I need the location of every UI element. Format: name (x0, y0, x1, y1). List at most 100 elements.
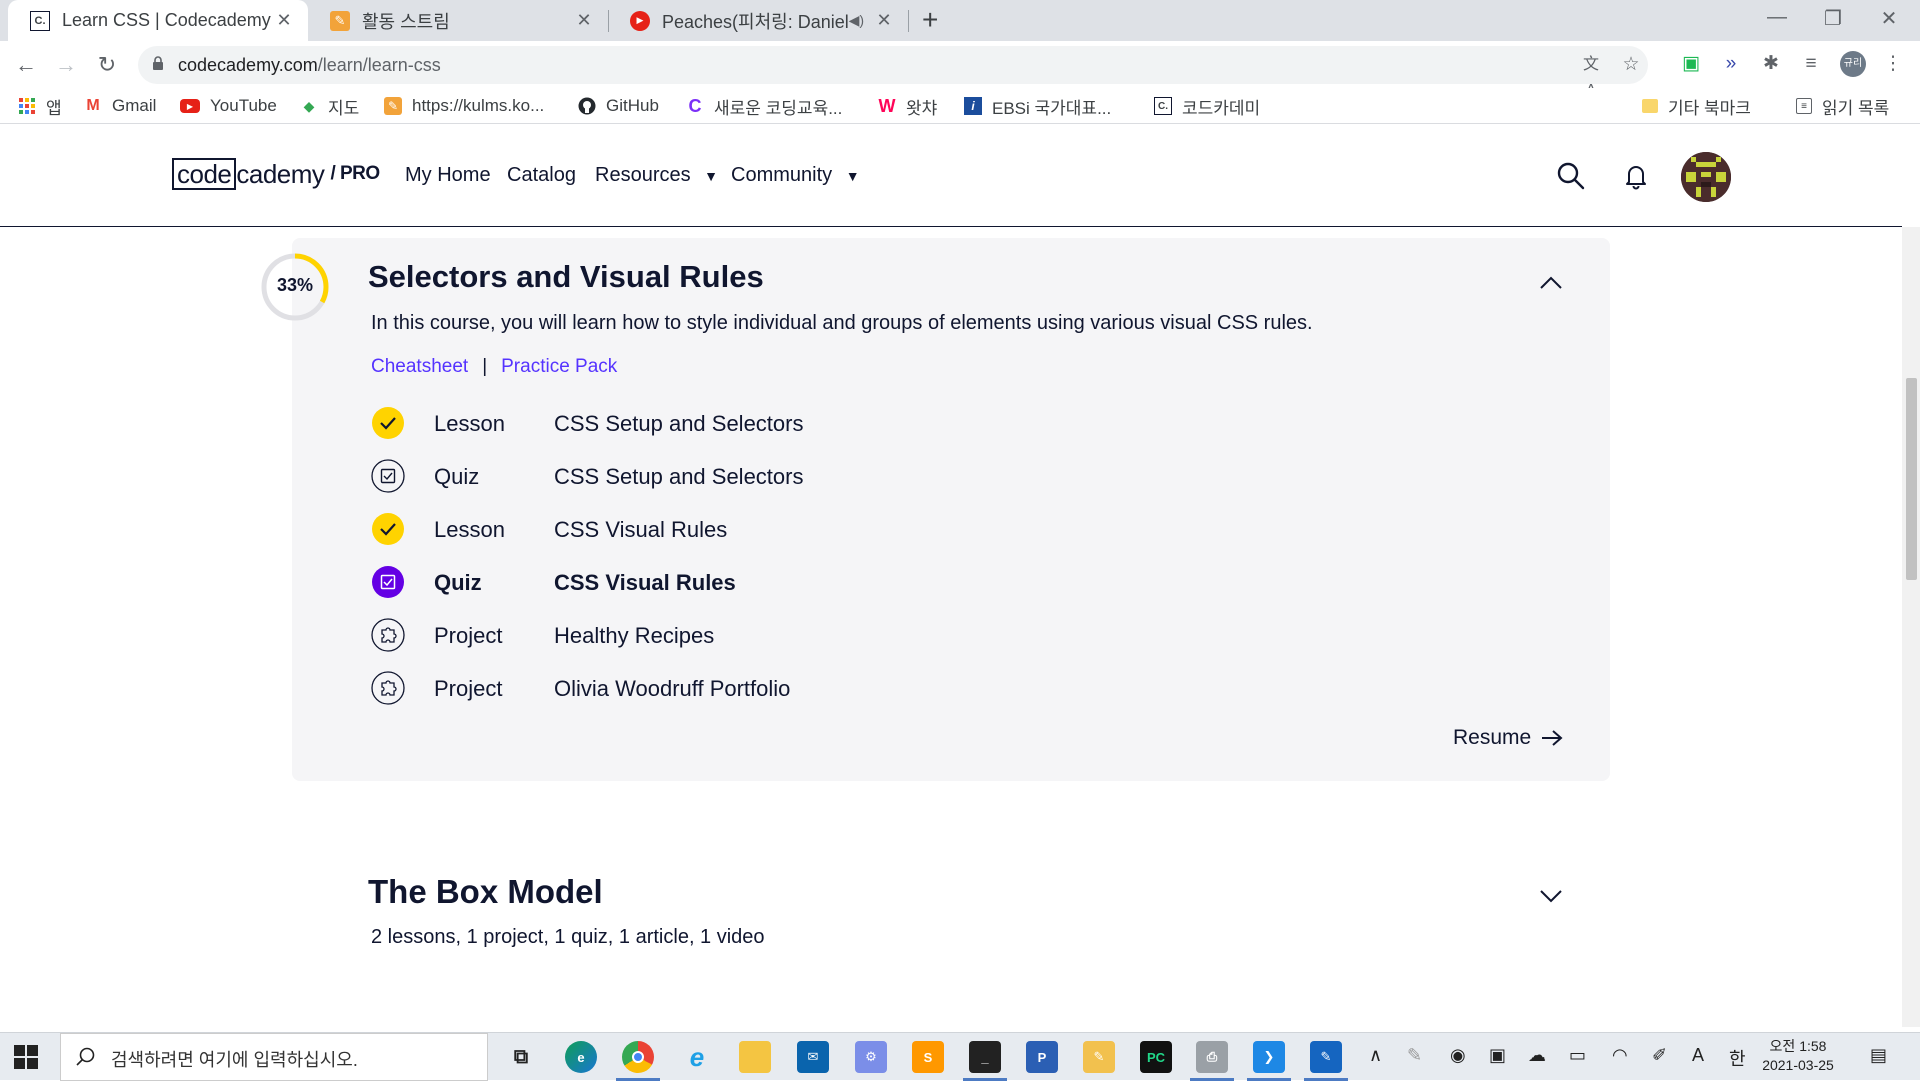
reading-list[interactable]: ≡ 읽기 목록 (1796, 93, 1889, 119)
bookmark-other[interactable]: 기타 북마크 (1642, 93, 1751, 119)
new-tab-button[interactable]: + (922, 4, 938, 36)
pen-settings-icon[interactable]: ✐ (1652, 1045, 1667, 1066)
codecademy-logo[interactable]: code cademy / PRO (172, 158, 380, 190)
sublime-text-icon[interactable]: S (912, 1041, 944, 1073)
arrow-right-icon (1542, 730, 1563, 746)
cloud-icon[interactable]: ☁ (1528, 1045, 1546, 1066)
translate-icon[interactable]: 文A (1578, 52, 1604, 99)
youtube-icon: ▶ (630, 10, 650, 31)
notepad-icon[interactable]: ✎ (1310, 1041, 1342, 1073)
maps-icon: ◆ (303, 97, 315, 114)
minimize-icon[interactable]: — (1752, 6, 1802, 29)
restore-icon[interactable]: ❐ (1808, 6, 1858, 31)
profile-avatar[interactable]: 규리 (1840, 51, 1866, 77)
list-item[interactable]: Quiz CSS Setup and Selectors (371, 458, 1271, 494)
address-bar[interactable]: codecademy.com/learn/learn-css 文A ☆ (138, 46, 1648, 99)
pencil-app-icon[interactable]: ✎ (1083, 1041, 1115, 1073)
pen-icon[interactable]: ✎ (1407, 1045, 1422, 1066)
scrollbar-thumb[interactable] (1906, 378, 1917, 580)
extension-arrows-icon[interactable]: » (1718, 51, 1744, 77)
tray-chevron-up-icon[interactable]: ∧ (1369, 1045, 1382, 1066)
bookmark-codecademy[interactable]: C. 코드카데미 (1154, 93, 1260, 119)
chevron-down-icon[interactable] (1537, 886, 1565, 906)
forward-icon[interactable]: → (50, 49, 82, 81)
bookmark-github[interactable]: GitHub (578, 93, 659, 119)
nav-resources[interactable]: Resources ▼ (595, 164, 718, 187)
menu-dots-icon[interactable]: ⋮ (1880, 51, 1906, 77)
back-icon[interactable]: ← (10, 49, 42, 81)
github-icon (578, 97, 596, 115)
edge-icon[interactable]: e (565, 1041, 597, 1073)
watcha-icon: W (878, 95, 896, 116)
page-scrollbar[interactable] (1902, 227, 1920, 1027)
bookmark-youtube[interactable]: ▶ YouTube (180, 93, 277, 119)
windows-start-icon[interactable] (14, 1045, 38, 1069)
bookmark-star-icon[interactable]: ☆ (1618, 52, 1644, 78)
task-view-icon[interactable]: ⧉ (505, 1041, 537, 1073)
terminal-icon[interactable]: _ (969, 1041, 1001, 1073)
vscode-icon[interactable]: ❯ (1253, 1041, 1285, 1073)
bookmark-kulms[interactable]: ✎ https://kulms.ko... (384, 93, 544, 119)
extension-green-icon[interactable]: ▣ (1678, 51, 1704, 77)
app-tray-icon[interactable]: ▣ (1489, 1045, 1506, 1066)
avatar[interactable] (1681, 152, 1731, 202)
puzzle-icon (371, 671, 405, 705)
close-tab-icon[interactable]: ✕ (274, 10, 294, 31)
reading-list-icon: ≡ (1796, 98, 1812, 114)
printer-icon[interactable]: ⎙ (1196, 1041, 1228, 1073)
practice-pack-link[interactable]: Practice Pack (501, 356, 617, 378)
tab-codecademy[interactable]: C. Learn CSS | Codecademy ✕ (8, 0, 308, 41)
module-title[interactable]: The Box Model (368, 873, 603, 911)
list-item-current[interactable]: Quiz CSS Visual Rules (371, 564, 1271, 600)
list-item[interactable]: Project Olivia Woodruff Portfolio (371, 670, 1271, 706)
tab-activity-stream[interactable]: ✎ 활동 스트림 ✕ (308, 0, 608, 41)
close-tab-icon[interactable]: ✕ (874, 10, 894, 31)
bell-icon[interactable] (1621, 161, 1651, 191)
reload-icon[interactable]: ↻ (91, 49, 123, 81)
c-logo-icon: C (688, 95, 702, 116)
folder-icon (1642, 99, 1658, 113)
nav-catalog[interactable]: Catalog (507, 164, 576, 187)
wifi-icon[interactable]: ◠ (1612, 1045, 1628, 1066)
nav-my-home[interactable]: My Home (405, 164, 491, 187)
taskbar-search-box[interactable]: 검색하려면 여기에 입력하십시오. (60, 1033, 488, 1081)
chrome-icon[interactable] (622, 1041, 654, 1073)
browser-toolbar: ← → ↻ codecademy.com/learn/learn-css 文A … (0, 41, 1920, 99)
bookmark-coding-edu[interactable]: C 새로운 코딩교육... (686, 93, 843, 119)
progress-percent: 33% (276, 275, 314, 295)
media-queue-icon[interactable]: ≡ (1798, 51, 1824, 77)
extensions-puzzle-icon[interactable]: ✱ (1758, 51, 1784, 77)
close-tab-icon[interactable]: ✕ (574, 10, 594, 31)
close-window-icon[interactable]: ✕ (1864, 6, 1914, 31)
nav-community[interactable]: Community ▼ (731, 164, 860, 187)
bookmark-apps[interactable]: 앱 (18, 93, 62, 119)
bookmark-maps[interactable]: ◆ 지도 (300, 93, 360, 119)
mail-icon[interactable]: ✉ (797, 1041, 829, 1073)
bookmark-ebsi[interactable]: i EBSi 국가대표... (964, 93, 1111, 119)
resume-button[interactable]: Resume (1453, 726, 1563, 750)
list-item[interactable]: Project Healthy Recipes (371, 617, 1271, 653)
file-explorer-icon[interactable] (739, 1041, 771, 1073)
ime-language-indicator[interactable]: A (1692, 1045, 1704, 1066)
ime-mode-indicator[interactable]: 한 (1729, 1045, 1746, 1071)
system-clock[interactable]: 오전 1:58 2021-03-25 (1754, 1037, 1842, 1075)
bookmarks-bar: 앱 M Gmail ▶ YouTube ◆ 지도 ✎ https://kulms… (0, 88, 1920, 124)
search-icon[interactable] (1556, 161, 1586, 191)
webcam-icon[interactable]: ◉ (1450, 1045, 1466, 1066)
list-item[interactable]: Lesson CSS Visual Rules (371, 511, 1271, 547)
cheatsheet-link[interactable]: Cheatsheet (371, 356, 468, 378)
bookmark-gmail[interactable]: M Gmail (84, 93, 156, 119)
list-item[interactable]: Lesson CSS Setup and Selectors (371, 405, 1271, 441)
chevron-up-icon[interactable] (1537, 273, 1565, 293)
settings-gear-icon[interactable]: ⚙ (855, 1041, 887, 1073)
speaker-icon[interactable]: ◀) (849, 12, 864, 29)
bookmark-watcha[interactable]: W 왓챠 (878, 93, 938, 119)
python-idle-icon[interactable]: P (1026, 1041, 1058, 1073)
notification-center-icon[interactable]: ▤ (1870, 1045, 1887, 1066)
tab-youtube[interactable]: ▶ Peaches(피처링: Daniel ◀) ✕ (608, 0, 908, 41)
internet-explorer-icon[interactable]: e (681, 1041, 713, 1073)
module-title[interactable]: Selectors and Visual Rules (368, 259, 764, 295)
site-header: code cademy / PRO My Home Catalog Resourc… (0, 125, 1902, 227)
pycharm-icon[interactable]: PC (1140, 1041, 1172, 1073)
battery-icon[interactable]: ▭ (1569, 1045, 1586, 1066)
